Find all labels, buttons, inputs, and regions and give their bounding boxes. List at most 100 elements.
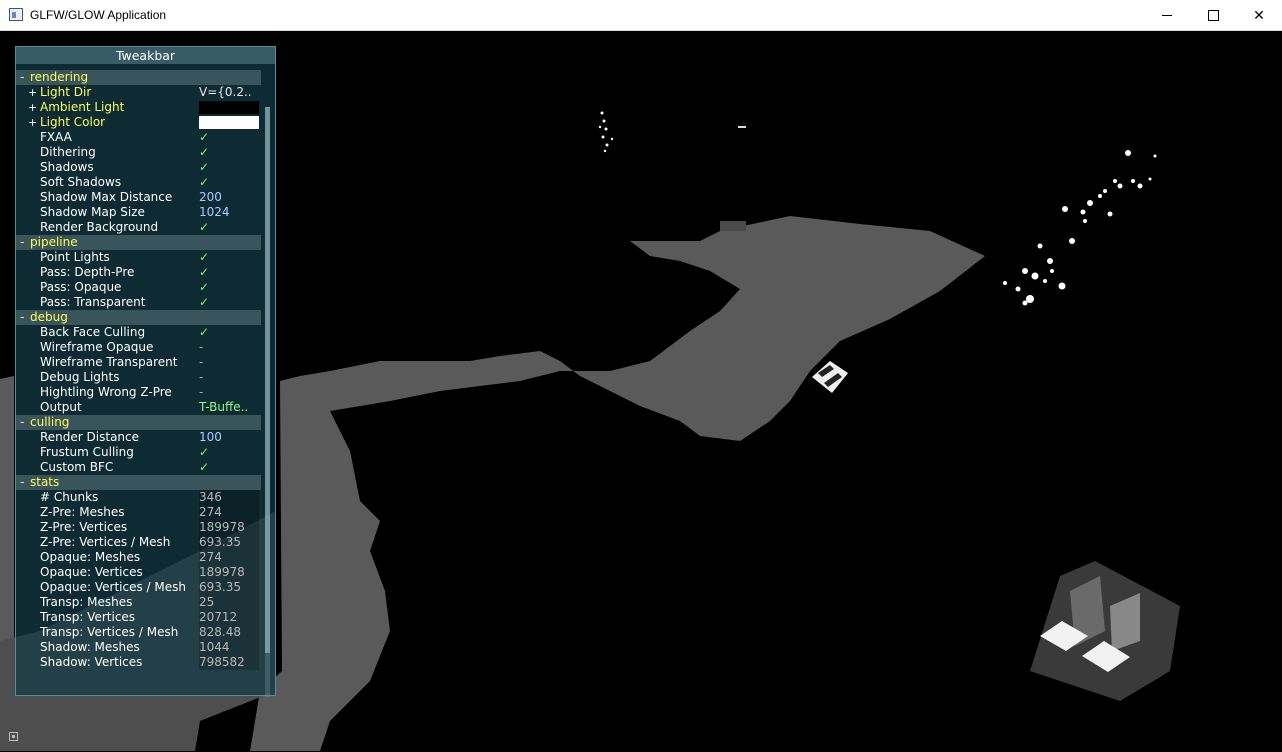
param-row[interactable]: Shadow: Vertices 798582 [16, 655, 261, 670]
tweakbar-panel[interactable]: Tweakbar - rendering + Light Dir V={0.2.. + Am… [15, 46, 276, 697]
param-label: Opaque: Meshes [40, 550, 141, 564]
param-row[interactable]: Render Background ✓ [16, 220, 261, 235]
tweakbar-scrollbar[interactable] [265, 107, 270, 697]
param-row[interactable]: Shadow: Meshes 1044 [16, 640, 261, 655]
group-culling[interactable]: - culling [16, 415, 261, 430]
group-collapse-icon[interactable]: - [20, 235, 24, 250]
tweakbar-title[interactable]: Tweakbar [16, 47, 275, 64]
param-row[interactable]: Z-Pre: Meshes 274 [16, 505, 261, 520]
param-value: 274 [199, 550, 259, 565]
group-debug[interactable]: - debug [16, 310, 261, 325]
expand-icon[interactable]: + [28, 115, 37, 130]
group-name: culling [30, 415, 70, 429]
param-value[interactable]: - [199, 355, 259, 370]
tweakbar-scroll-thumb[interactable] [265, 107, 270, 653]
param-row[interactable]: Transp: Vertices 20712 [16, 610, 261, 625]
param-value[interactable]: T-Buffe.. [199, 400, 259, 415]
param-value[interactable]: - [199, 385, 259, 400]
group-stats[interactable]: - stats [16, 475, 261, 490]
window-title: GLFW/GLOW Application [30, 8, 167, 22]
param-row[interactable]: + Light Dir V={0.2.. [16, 85, 261, 100]
param-row[interactable]: Render Distance 100 [16, 430, 261, 445]
param-label: Shadow: Vertices [40, 655, 143, 669]
param-value[interactable]: V={0.2.. [199, 85, 259, 100]
group-collapse-icon[interactable]: - [20, 415, 24, 430]
param-label: Transp: Vertices [40, 610, 136, 624]
param-row[interactable]: Pass: Depth-Pre ✓ [16, 265, 261, 280]
param-row[interactable]: + Ambient Light [16, 100, 261, 115]
checkmark-icon[interactable]: ✓ [199, 295, 259, 310]
checkmark-icon[interactable]: ✓ [199, 220, 259, 235]
checkmark-icon[interactable]: ✓ [199, 175, 259, 190]
param-row[interactable]: Transp: Meshes 25 [16, 595, 261, 610]
param-value: 1044 [199, 640, 259, 655]
param-row[interactable]: + Light Color [16, 115, 261, 130]
param-label: Back Face Culling [40, 325, 146, 339]
color-swatch[interactable] [199, 101, 259, 114]
param-label: Z-Pre: Vertices / Mesh [40, 535, 171, 549]
color-swatch[interactable] [199, 116, 259, 129]
param-row[interactable]: Custom BFC ✓ [16, 460, 261, 475]
param-row[interactable]: Z-Pre: Vertices / Mesh 693.35 [16, 535, 261, 550]
param-row[interactable]: Dithering ✓ [16, 145, 261, 160]
group-collapse-icon[interactable]: - [20, 475, 24, 490]
param-row[interactable]: Wireframe Opaque - [16, 340, 261, 355]
checkmark-icon[interactable]: ✓ [199, 280, 259, 295]
group-rendering[interactable]: - rendering [16, 70, 261, 85]
group-pipeline[interactable]: - pipeline [16, 235, 261, 250]
param-value[interactable]: 100 [199, 430, 259, 445]
param-row[interactable]: Pass: Opaque ✓ [16, 280, 261, 295]
param-row[interactable]: Shadow Map Size 1024 [16, 205, 261, 220]
param-row[interactable]: Opaque: Vertices / Mesh 693.35 [16, 580, 261, 595]
param-value: 189978 [199, 565, 259, 580]
checkmark-icon[interactable]: ✓ [199, 250, 259, 265]
param-row[interactable]: Debug Lights - [16, 370, 261, 385]
param-row[interactable]: Z-Pre: Vertices 189978 [16, 520, 261, 535]
checkmark-icon[interactable]: ✓ [199, 145, 259, 160]
param-label: Output [40, 400, 82, 414]
param-label: Shadow Map Size [40, 205, 145, 219]
maximize-icon [1207, 10, 1219, 21]
param-row[interactable]: Transp: Vertices / Mesh 828.48 [16, 625, 261, 640]
minimize-button[interactable] [1144, 0, 1190, 31]
param-value[interactable]: - [199, 370, 259, 385]
resize-handle-icon[interactable] [9, 732, 18, 741]
param-label: Ambient Light [40, 100, 125, 114]
param-row[interactable]: # Chunks 346 [16, 490, 261, 505]
group-collapse-icon[interactable]: - [20, 70, 24, 85]
maximize-button[interactable] [1190, 0, 1236, 31]
param-row[interactable]: Point Lights ✓ [16, 250, 261, 265]
param-row[interactable]: Output T-Buffe.. [16, 400, 261, 415]
param-value[interactable]: 1024 [199, 205, 259, 220]
checkmark-icon[interactable]: ✓ [199, 460, 259, 475]
param-value[interactable]: - [199, 340, 259, 355]
param-value: 25 [199, 595, 259, 610]
checkmark-icon[interactable]: ✓ [199, 130, 259, 145]
param-row[interactable]: Shadow Max Distance 200 [16, 190, 261, 205]
param-row[interactable]: Back Face Culling ✓ [16, 325, 261, 340]
param-label: Transp: Meshes [40, 595, 133, 609]
param-row[interactable]: Opaque: Meshes 274 [16, 550, 261, 565]
checkmark-icon[interactable]: ✓ [199, 325, 259, 340]
param-label: Debug Lights [40, 370, 120, 384]
param-row[interactable]: Opaque: Vertices 189978 [16, 565, 261, 580]
tweakbar-rows: - rendering + Light Dir V={0.2.. + Ambient Lig… [16, 70, 261, 670]
param-value[interactable]: 200 [199, 190, 259, 205]
param-row[interactable]: Soft Shadows ✓ [16, 175, 261, 190]
window-titlebar[interactable]: GLFW/GLOW Application ✕ [0, 0, 1282, 31]
param-row[interactable]: Frustum Culling ✓ [16, 445, 261, 460]
param-row[interactable]: Pass: Transparent ✓ [16, 295, 261, 310]
param-row[interactable]: Hightling Wrong Z-Pre - [16, 385, 261, 400]
checkmark-icon[interactable]: ✓ [199, 265, 259, 280]
checkmark-icon[interactable]: ✓ [199, 160, 259, 175]
param-row[interactable]: Shadows ✓ [16, 160, 261, 175]
group-name: rendering [30, 70, 89, 84]
expand-icon[interactable]: + [28, 85, 37, 100]
checkmark-icon[interactable]: ✓ [199, 445, 259, 460]
expand-icon[interactable]: + [28, 100, 37, 115]
param-row[interactable]: FXAA ✓ [16, 130, 261, 145]
param-row[interactable]: Wireframe Transparent - [16, 355, 261, 370]
group-collapse-icon[interactable]: - [20, 310, 24, 325]
param-label: Light Color [40, 115, 106, 129]
close-button[interactable]: ✕ [1236, 0, 1282, 31]
